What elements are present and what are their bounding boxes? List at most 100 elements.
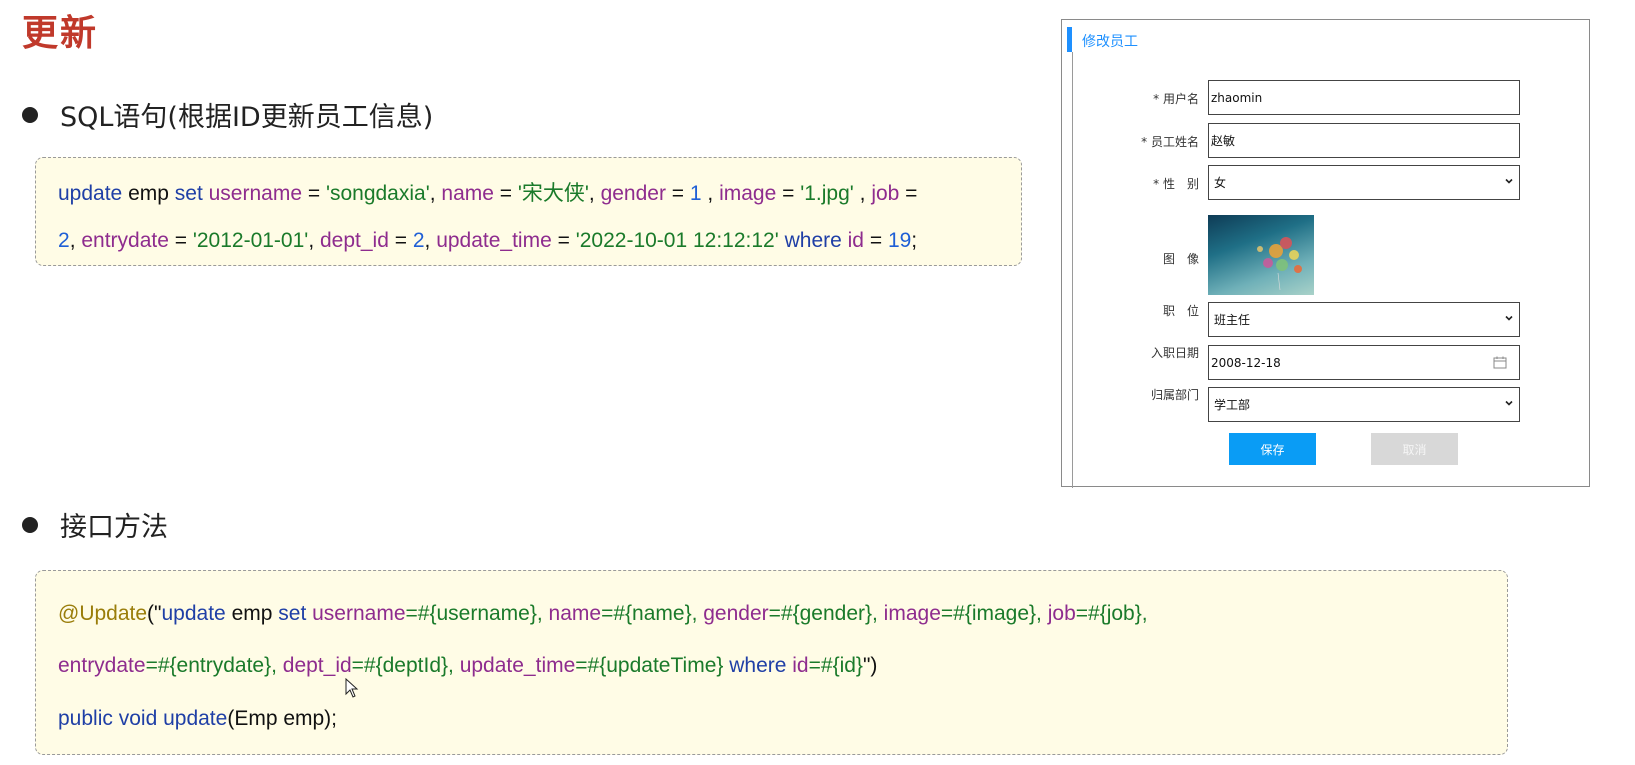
chevron-down-icon: [1505, 315, 1513, 321]
code-token: 2: [58, 229, 70, 252]
sql-code-box: update emp set username = 'songdaxia', n…: [35, 157, 1022, 266]
sql-code-line-1: update emp set username = 'songdaxia', n…: [58, 177, 917, 207]
iface-heading-text: 接口方法: [60, 512, 168, 543]
save-button[interactable]: 保存: [1229, 433, 1316, 465]
code-token: =: [899, 182, 918, 205]
code-token: update: [163, 707, 228, 730]
panel-accent-bar: [1067, 27, 1072, 52]
code-token: (": [147, 602, 162, 625]
code-token: job: [871, 182, 900, 205]
dept-value: 学工部: [1214, 398, 1251, 412]
calendar-icon[interactable]: [1493, 356, 1507, 369]
sql-section-heading: SQL语句(根据ID更新员工信息): [22, 95, 433, 134]
sql-heading-text: SQL语句(根据ID更新员工信息): [60, 102, 434, 133]
code-token: ,: [424, 229, 437, 252]
name-input[interactable]: 赵敏: [1208, 123, 1520, 158]
code-token: "): [862, 654, 878, 677]
code-token: image: [719, 182, 777, 205]
code-token: update: [161, 602, 226, 625]
entrydate-input[interactable]: 2008-12-18: [1208, 345, 1520, 380]
code-token: =: [168, 229, 193, 252]
code-token: name: [441, 182, 494, 205]
username-value: zhaomin: [1211, 90, 1263, 105]
code-token: gender: [703, 602, 769, 625]
gender-select[interactable]: 女: [1208, 165, 1520, 200]
iface-section-heading: 接口方法: [22, 505, 168, 544]
code-token: set: [278, 602, 307, 625]
username-input[interactable]: zhaomin: [1208, 80, 1520, 115]
balloons-image: [1257, 237, 1302, 291]
code-token: image: [883, 602, 941, 625]
mouse-cursor-icon: [345, 678, 359, 698]
code-token: where: [729, 654, 787, 677]
iface-code-line-2: entrydate=#{entrydate}, dept_id=#{deptId…: [58, 654, 877, 678]
code-token: gender: [600, 182, 666, 205]
employee-image[interactable]: [1208, 215, 1314, 295]
dept-select[interactable]: 学工部: [1208, 387, 1520, 422]
code-token: void: [118, 707, 158, 730]
code-token: =#{id}: [808, 654, 863, 677]
code-token: =#{updateTime}: [575, 654, 730, 677]
name-value: 赵敏: [1211, 134, 1236, 148]
code-token: username: [312, 602, 406, 625]
code-token: id: [792, 654, 809, 677]
code-token: ,: [853, 182, 872, 205]
code-token: =: [665, 182, 690, 205]
code-token: emp: [225, 602, 279, 625]
username-label: * 用户名: [1153, 92, 1199, 106]
code-token: =: [302, 182, 326, 205]
name-label: * 员工姓名: [1141, 135, 1199, 149]
panel-title: 修改员工: [1082, 34, 1138, 50]
sql-code-line-2: 2, entrydate = '2012-01-01', dept_id = 2…: [58, 229, 917, 253]
dept-label: 归属部门: [1150, 388, 1199, 402]
code-token: dept_id: [282, 654, 352, 677]
code-token: entrydate: [81, 229, 169, 252]
gender-label: * 性 别: [1153, 177, 1199, 191]
code-token: =: [493, 182, 518, 205]
iface-code-line-1: @Update("update emp set username=#{usern…: [58, 602, 1148, 626]
code-token: =: [388, 229, 413, 252]
code-token: ,: [429, 182, 442, 205]
cancel-button[interactable]: 取消: [1371, 433, 1458, 465]
code-token: =#{username},: [405, 602, 549, 625]
code-token: =: [776, 182, 801, 205]
code-token: =#{deptId},: [351, 654, 460, 677]
chevron-down-icon: [1505, 178, 1513, 184]
code-token: '1.jpg': [800, 182, 854, 205]
code-token: public: [58, 707, 113, 730]
code-token: where: [784, 229, 842, 252]
code-token: '2012-01-01': [192, 229, 309, 252]
code-token: (Emp emp);: [227, 707, 338, 730]
code-token: ,: [308, 229, 320, 252]
code-token: update: [58, 182, 123, 205]
bullet-dot-icon: [22, 516, 38, 533]
code-token: 1: [689, 182, 702, 205]
code-token: entrydate: [58, 654, 146, 677]
iface-code-box: @Update("update emp set username=#{usern…: [35, 570, 1508, 755]
bullet-dot-icon: [22, 106, 38, 123]
job-select[interactable]: 班主任: [1208, 302, 1520, 337]
code-token: =#{image},: [940, 602, 1048, 625]
code-token: ,: [588, 182, 601, 205]
code-token: 'songdaxia': [325, 182, 430, 205]
code-token: emp: [122, 182, 175, 205]
entrydate-label: 入职日期: [1150, 346, 1199, 360]
code-token: name: [548, 602, 602, 625]
image-label: 图 像: [1162, 252, 1199, 266]
code-token: '宋大侠': [517, 182, 589, 205]
code-token: '2022-10-01 12:12:12': [575, 229, 779, 252]
code-token: update_time: [459, 654, 576, 677]
code-token: dept_id: [319, 229, 389, 252]
job-label: 职 位: [1162, 304, 1199, 318]
code-token: 19: [887, 229, 912, 252]
entrydate-value: 2008-12-18: [1211, 355, 1281, 370]
job-value: 班主任: [1214, 313, 1251, 327]
code-token: ,: [69, 229, 82, 252]
code-token: =#{name},: [601, 602, 704, 625]
code-token: =#{job},: [1075, 602, 1148, 625]
edit-employee-panel: 修改员工 * 用户名 zhaomin * 员工姓名 赵敏 * 性 别 女 图 像…: [1061, 19, 1590, 488]
gender-value: 女: [1214, 176, 1227, 190]
panel-divider: [1072, 52, 1073, 488]
code-token: job: [1047, 602, 1076, 625]
code-token: ;: [911, 229, 918, 252]
